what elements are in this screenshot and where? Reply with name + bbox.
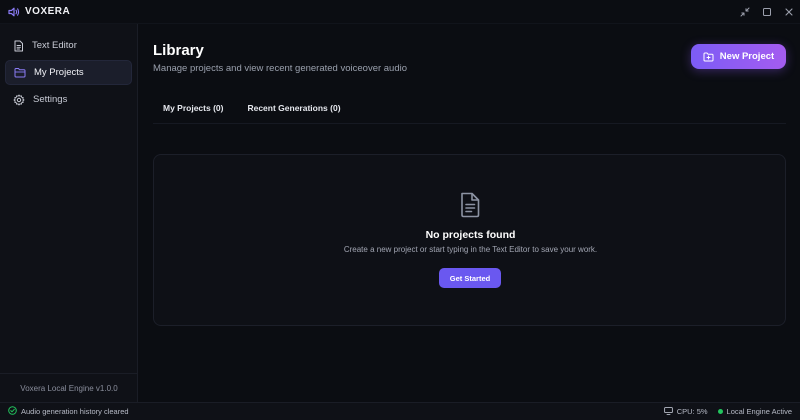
monitor-icon bbox=[663, 406, 673, 417]
app-name: VOXERA bbox=[25, 6, 71, 17]
tab-my-projects[interactable]: My Projects (0) bbox=[153, 98, 233, 118]
cpu-indicator: CPU: 5% bbox=[663, 406, 708, 417]
window-controls bbox=[734, 0, 800, 24]
status-bar: Audio generation history cleared CPU: 5%… bbox=[0, 402, 800, 420]
empty-state-title: No projects found bbox=[425, 229, 516, 241]
brand: VOXERA bbox=[0, 6, 70, 17]
sidebar-item-my-projects[interactable]: My Projects bbox=[5, 60, 132, 85]
new-project-button[interactable]: New Project bbox=[691, 44, 786, 69]
empty-state-description: Create a new project or start typing in … bbox=[343, 245, 598, 254]
folder-plus-icon bbox=[703, 52, 714, 62]
folder-icon bbox=[14, 67, 26, 78]
sidebar-item-label: Settings bbox=[33, 94, 68, 105]
page-title: Library bbox=[153, 42, 204, 59]
status-text: Audio generation history cleared bbox=[21, 407, 129, 416]
speaker-icon bbox=[8, 7, 20, 17]
document-icon bbox=[13, 40, 24, 52]
sidebar-nav: Text Editor My Projects Settings bbox=[0, 24, 137, 112]
shrink-icon[interactable] bbox=[734, 0, 756, 24]
close-icon[interactable] bbox=[778, 0, 800, 24]
status-message: Audio generation history cleared bbox=[0, 406, 129, 417]
engine-indicator: Local Engine Active bbox=[717, 407, 792, 416]
engine-version: Voxera Local Engine v1.0.0 bbox=[0, 373, 138, 402]
title-bar: VOXERA bbox=[0, 0, 800, 24]
cpu-text: CPU: 5% bbox=[676, 407, 708, 416]
empty-state-card: No projects found Create a new project o… bbox=[153, 154, 786, 326]
tab-bar: My Projects (0) Recent Generations (0) bbox=[153, 98, 786, 124]
sidebar-item-label: Text Editor bbox=[32, 40, 77, 51]
get-started-button[interactable]: Get Started bbox=[439, 268, 501, 288]
sidebar-item-settings[interactable]: Settings bbox=[5, 87, 132, 112]
sidebar: Text Editor My Projects Settings Voxera … bbox=[0, 24, 138, 402]
status-indicators: CPU: 5% Local Engine Active bbox=[663, 406, 800, 417]
tab-recent-generations[interactable]: Recent Generations (0) bbox=[237, 98, 350, 118]
page-subtitle: Manage projects and view recent generate… bbox=[153, 63, 408, 74]
new-project-label: New Project bbox=[719, 51, 775, 62]
gear-icon bbox=[13, 94, 25, 106]
sidebar-item-text-editor[interactable]: Text Editor bbox=[5, 33, 132, 58]
engine-status-dot bbox=[717, 409, 723, 414]
engine-status-text: Local Engine Active bbox=[726, 407, 792, 416]
main-content: Library Manage projects and view recent … bbox=[139, 24, 800, 402]
check-circle-icon bbox=[8, 406, 17, 417]
maximize-icon[interactable] bbox=[756, 0, 778, 24]
document-icon bbox=[459, 192, 481, 218]
sidebar-item-label: My Projects bbox=[34, 67, 84, 78]
